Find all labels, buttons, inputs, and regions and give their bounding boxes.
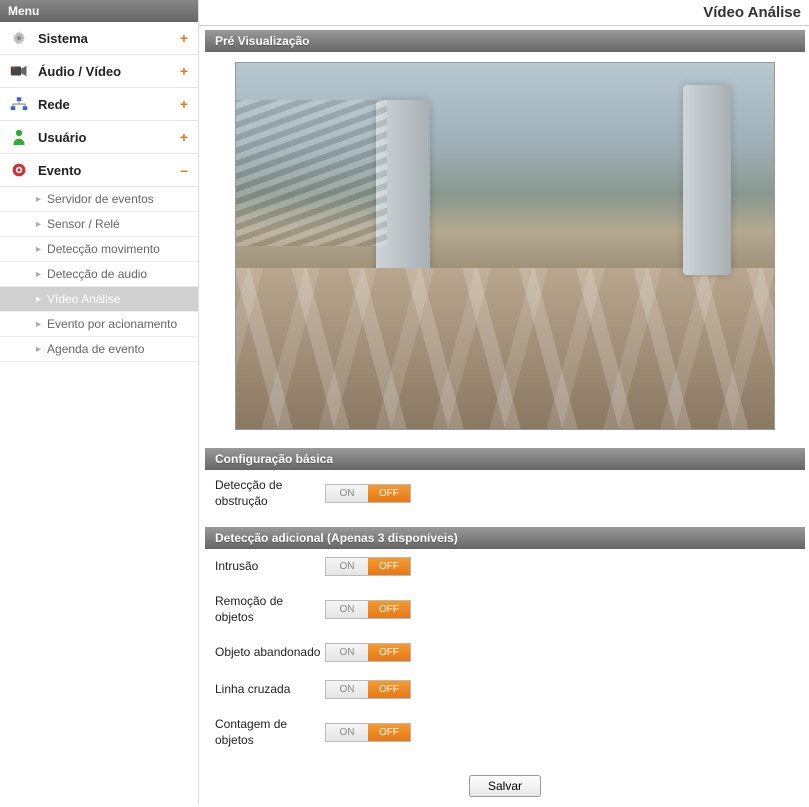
menu-category-sistema[interactable]: Sistema +: [0, 22, 198, 55]
network-icon: [10, 95, 28, 113]
toggle-on[interactable]: ON: [326, 681, 368, 698]
toggle-off[interactable]: OFF: [368, 724, 410, 741]
menu-label: Sistema: [38, 31, 180, 46]
submenu-label: Vídeo Análise: [47, 292, 120, 306]
toggle-off[interactable]: OFF: [368, 601, 410, 618]
menu-label: Áudio / Vídeo: [38, 64, 180, 79]
submenu-label: Evento por acionamento: [47, 317, 177, 331]
config-label: Detecção de obstrução: [215, 478, 325, 509]
config-label: Linha cruzada: [215, 682, 325, 698]
submenu-deteccao-audio[interactable]: ▸ Detecção de audio: [0, 262, 198, 287]
collapse-icon: –: [180, 162, 188, 178]
submenu-agenda-evento[interactable]: ▸ Agenda de evento: [0, 337, 198, 362]
sidebar: Menu Sistema + Áudio / Vídeo + Rede +: [0, 0, 199, 804]
submenu-sensor-rele[interactable]: ▸ Sensor / Relé: [0, 212, 198, 237]
menu-header: Menu: [0, 0, 198, 22]
page-title: Vídeo Análise: [199, 0, 809, 26]
gear-icon: [10, 29, 28, 47]
menu-category-evento[interactable]: Evento –: [0, 154, 198, 187]
submenu-deteccao-movimento[interactable]: ▸ Detecção movimento: [0, 237, 198, 262]
preview-container: [205, 52, 805, 446]
config-label: Remoção de objetos: [215, 594, 325, 625]
menu-category-audio-video[interactable]: Áudio / Vídeo +: [0, 55, 198, 88]
user-icon: [10, 128, 28, 146]
toggle-off[interactable]: OFF: [368, 485, 410, 502]
section-header-additional: Detecção adicional (Apenas 3 disponíveis…: [205, 527, 805, 549]
config-label: Contagem de objetos: [215, 717, 325, 748]
video-preview: [235, 62, 775, 430]
toggle-off[interactable]: OFF: [368, 644, 410, 661]
menu-label: Usuário: [38, 130, 180, 145]
config-label: Intrusão: [215, 559, 325, 575]
toggle-obstruction[interactable]: ON OFF: [325, 484, 411, 503]
toggle-line-crossing[interactable]: ON OFF: [325, 680, 411, 699]
row-object-removal: Remoção de objetos ON OFF: [215, 594, 795, 625]
footer: Salvar: [205, 765, 805, 807]
chevron-right-icon: ▸: [36, 244, 41, 255]
toggle-on[interactable]: ON: [326, 558, 368, 575]
config-label: Objeto abandonado: [215, 645, 325, 661]
submenu-label: Detecção de audio: [47, 267, 147, 281]
toggle-on[interactable]: ON: [326, 485, 368, 502]
section-header-preview: Pré Visualização: [205, 30, 805, 52]
submenu-servidor-eventos[interactable]: ▸ Servidor de eventos: [0, 187, 198, 212]
submenu-label: Agenda de evento: [47, 342, 144, 356]
chevron-right-icon: ▸: [36, 344, 41, 355]
expand-icon: +: [180, 63, 188, 79]
save-button[interactable]: Salvar: [469, 775, 541, 797]
chevron-right-icon: ▸: [36, 319, 41, 330]
row-abandoned-object: Objeto abandonado ON OFF: [215, 643, 795, 662]
menu-label: Evento: [38, 163, 180, 178]
toggle-on[interactable]: ON: [326, 644, 368, 661]
event-icon: [10, 161, 28, 179]
chevron-right-icon: ▸: [36, 194, 41, 205]
chevron-right-icon: ▸: [36, 269, 41, 280]
submenu-label: Servidor de eventos: [47, 192, 154, 206]
toggle-on[interactable]: ON: [326, 724, 368, 741]
row-object-counting: Contagem de objetos ON OFF: [215, 717, 795, 748]
menu-category-usuario[interactable]: Usuário +: [0, 121, 198, 154]
toggle-object-counting[interactable]: ON OFF: [325, 723, 411, 742]
toggle-on[interactable]: ON: [326, 601, 368, 618]
toggle-off[interactable]: OFF: [368, 558, 410, 575]
row-line-crossing: Linha cruzada ON OFF: [215, 680, 795, 699]
submenu-evento-acionamento[interactable]: ▸ Evento por acionamento: [0, 312, 198, 337]
chevron-right-icon: ▸: [36, 219, 41, 230]
toggle-off[interactable]: OFF: [368, 681, 410, 698]
menu-category-rede[interactable]: Rede +: [0, 88, 198, 121]
chevron-right-icon: ▸: [36, 294, 41, 305]
expand-icon: +: [180, 30, 188, 46]
expand-icon: +: [180, 129, 188, 145]
submenu-label: Detecção movimento: [47, 242, 160, 256]
camera-icon: [10, 62, 28, 80]
submenu-label: Sensor / Relé: [47, 217, 120, 231]
row-obstruction-detection: Detecção de obstrução ON OFF: [215, 478, 795, 509]
toggle-intrusion[interactable]: ON OFF: [325, 557, 411, 576]
row-intrusion: Intrusão ON OFF: [215, 557, 795, 576]
section-header-basic: Configuração básica: [205, 448, 805, 470]
expand-icon: +: [180, 96, 188, 112]
main-content: Vídeo Análise Pré Visualização Configura…: [199, 0, 809, 804]
submenu-video-analise[interactable]: ▸ Vídeo Análise: [0, 287, 198, 312]
menu-label: Rede: [38, 97, 180, 112]
toggle-abandoned-object[interactable]: ON OFF: [325, 643, 411, 662]
toggle-object-removal[interactable]: ON OFF: [325, 600, 411, 619]
